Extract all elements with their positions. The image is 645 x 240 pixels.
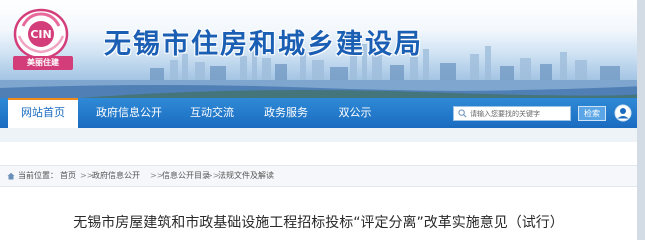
breadcrumb: 当前位置： 首页 >> 政府信息公开 >> 信息公开目录 >> 法规文件及解读	[0, 165, 637, 187]
nav-item-interaction[interactable]: 互动交流	[182, 98, 242, 128]
nav-subbar	[0, 128, 645, 142]
article-title: 无锡市房屋建筑和市政基础设施工程招标投标“评定分离”改革实施意见（试行）	[73, 215, 564, 231]
search-box	[453, 106, 571, 121]
breadcrumb-item-regulations[interactable]: 法规文件及解读	[218, 166, 274, 186]
search-input[interactable]	[470, 107, 568, 120]
search-icon	[458, 109, 467, 118]
logo-caption: 美丽住建	[13, 56, 73, 70]
breadcrumb-item-catalog[interactable]: 信息公开目录	[162, 166, 210, 186]
breadcrumb-prefix: 当前位置：	[18, 171, 58, 180]
site-title[interactable]: 无锡市住房和城乡建设局	[104, 22, 423, 61]
nav-item-dual-publicity[interactable]: 双公示	[330, 98, 380, 128]
breadcrumb-item-home[interactable]: 首页	[60, 166, 76, 186]
nav-item-gov-info[interactable]: 政府信息公开	[88, 98, 170, 128]
nav-item-home[interactable]: 网站首页	[8, 98, 78, 128]
breadcrumb-item-gov-info[interactable]: 政府信息公开	[92, 166, 140, 186]
nav-item-gov-services[interactable]: 政务服务	[256, 98, 316, 128]
search-button[interactable]: 检索	[578, 106, 606, 121]
home-icon	[7, 172, 15, 180]
user-icon[interactable]	[614, 104, 632, 122]
logo-badge-text: CIN	[30, 28, 51, 41]
scrollbar-track[interactable]	[637, 0, 645, 240]
header-banner: CIN 美丽住建 无锡市住房和城乡建设局	[0, 0, 645, 98]
